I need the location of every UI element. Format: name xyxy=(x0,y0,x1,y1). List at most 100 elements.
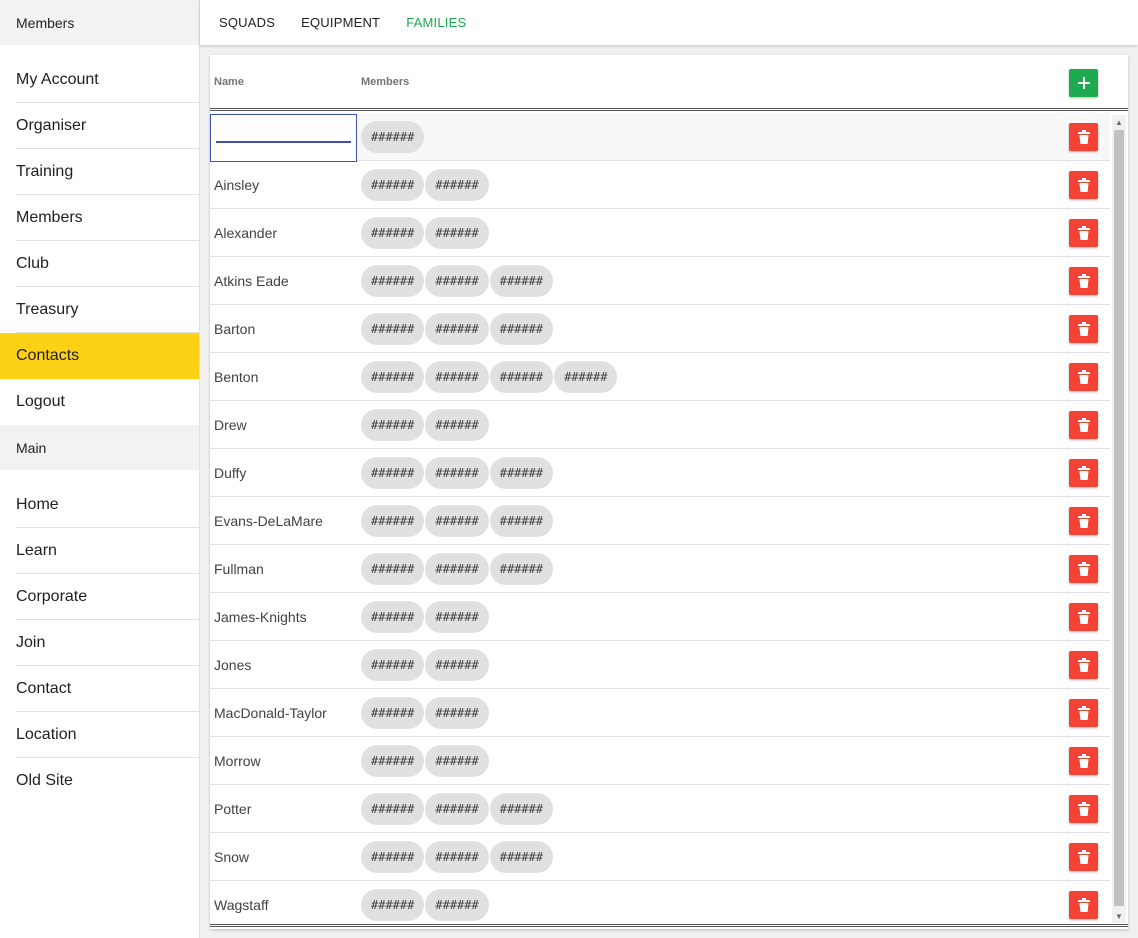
member-chip[interactable]: ###### xyxy=(361,456,425,489)
delete-family-button[interactable] xyxy=(1069,266,1098,295)
member-chip[interactable]: ###### xyxy=(489,840,554,873)
member-chip[interactable]: ###### xyxy=(489,264,554,297)
delete-family-button[interactable] xyxy=(1069,314,1098,343)
member-chip[interactable]: ###### xyxy=(361,600,425,633)
member-chip[interactable]: ###### xyxy=(425,552,489,585)
table-row: Jones ###### ###### xyxy=(210,641,1110,689)
member-chip[interactable]: ###### xyxy=(361,408,425,441)
table-scrollbar[interactable]: ▲ ▼ xyxy=(1112,115,1126,923)
delete-family-button[interactable] xyxy=(1069,410,1098,439)
member-chip[interactable]: ###### xyxy=(361,216,425,249)
scroll-up-arrow-icon[interactable]: ▲ xyxy=(1112,115,1126,129)
delete-family-button[interactable] xyxy=(1069,506,1098,535)
family-name: MacDonald-Taylor xyxy=(214,704,327,721)
member-chip[interactable]: ###### xyxy=(489,552,554,585)
delete-family-button[interactable] xyxy=(1069,122,1098,151)
table-row: MacDonald-Taylor ###### ###### xyxy=(210,689,1110,737)
tab-families[interactable]: FAMILIES xyxy=(393,0,479,45)
family-name: Snow xyxy=(214,848,250,865)
member-chip[interactable]: ###### xyxy=(425,792,489,825)
member-chip[interactable]: ###### xyxy=(425,504,489,537)
family-name-input[interactable] xyxy=(210,114,357,162)
member-chip[interactable]: ###### xyxy=(425,312,489,345)
delete-family-button[interactable] xyxy=(1069,218,1098,247)
sidebar-item-contact[interactable]: Contact xyxy=(0,666,199,712)
member-chip[interactable]: ###### xyxy=(489,456,554,489)
table-row: Atkins Eade ###### ###### ###### xyxy=(210,257,1110,305)
trash-icon xyxy=(1077,561,1090,576)
scrollbar-thumb[interactable] xyxy=(1114,130,1124,906)
table-row: Fullman ###### ###### ###### xyxy=(210,545,1110,593)
member-chip[interactable]: ###### xyxy=(361,888,425,921)
member-chip[interactable]: ###### xyxy=(425,840,489,873)
tab-equipment[interactable]: EQUIPMENT xyxy=(288,0,393,45)
add-family-button[interactable] xyxy=(1069,69,1098,97)
sidebar-item-members[interactable]: Members xyxy=(0,195,199,241)
sidebar-item-location[interactable]: Location xyxy=(0,712,199,758)
member-chip[interactable]: ###### xyxy=(489,360,554,393)
member-chip[interactable]: ###### xyxy=(361,120,425,153)
member-chips: ###### ###### xyxy=(361,888,490,921)
member-chip[interactable]: ###### xyxy=(361,696,425,729)
sidebar-item-old-site[interactable]: Old Site xyxy=(0,758,199,804)
delete-family-button[interactable] xyxy=(1069,890,1098,919)
sidebar-item-corporate[interactable]: Corporate xyxy=(0,574,199,620)
trash-icon xyxy=(1077,801,1090,816)
member-chip[interactable]: ###### xyxy=(361,312,425,345)
delete-family-button[interactable] xyxy=(1069,602,1098,631)
member-chip[interactable]: ###### xyxy=(425,744,489,777)
member-chip[interactable]: ###### xyxy=(361,552,425,585)
sidebar-item-logout[interactable]: Logout xyxy=(0,379,199,425)
tab-squads[interactable]: SQUADS xyxy=(206,0,288,45)
member-chip[interactable]: ###### xyxy=(361,360,425,393)
member-chips: ###### ###### ###### xyxy=(361,264,554,297)
member-chip[interactable]: ###### xyxy=(425,264,489,297)
sidebar-item-club[interactable]: Club xyxy=(0,241,199,287)
member-chips: ###### ###### ###### xyxy=(361,312,554,345)
delete-family-button[interactable] xyxy=(1069,458,1098,487)
delete-family-button[interactable] xyxy=(1069,794,1098,823)
delete-family-button[interactable] xyxy=(1069,650,1098,679)
member-chip[interactable]: ###### xyxy=(361,792,425,825)
scroll-down-arrow-icon[interactable]: ▼ xyxy=(1112,909,1126,923)
member-chip[interactable]: ###### xyxy=(425,696,489,729)
member-chip[interactable]: ###### xyxy=(425,888,489,921)
sidebar-item-contacts[interactable]: Contacts xyxy=(0,333,199,379)
member-chip[interactable]: ###### xyxy=(361,504,425,537)
member-chip[interactable]: ###### xyxy=(425,600,489,633)
member-chip[interactable]: ###### xyxy=(425,408,489,441)
sidebar-item-treasury[interactable]: Treasury xyxy=(0,287,199,333)
delete-family-button[interactable] xyxy=(1069,362,1098,391)
delete-family-button[interactable] xyxy=(1069,170,1098,199)
member-chip[interactable]: ###### xyxy=(361,744,425,777)
delete-family-button[interactable] xyxy=(1069,746,1098,775)
sidebar-item-home[interactable]: Home xyxy=(0,482,199,528)
sidebar-item-learn[interactable]: Learn xyxy=(0,528,199,574)
delete-family-button[interactable] xyxy=(1069,698,1098,727)
member-chip[interactable]: ###### xyxy=(489,792,554,825)
member-chip[interactable]: ###### xyxy=(425,360,489,393)
member-chips: ###### ###### ###### xyxy=(361,840,554,873)
sidebar-main-list: Home Learn Corporate Join Contact Location Old… xyxy=(0,470,199,804)
member-chip[interactable]: ###### xyxy=(361,648,425,681)
member-chip[interactable]: ###### xyxy=(425,168,489,201)
member-chip[interactable]: ###### xyxy=(489,504,554,537)
sidebar-item-my-account[interactable]: My Account xyxy=(0,57,199,103)
sidebar: Members My Account Organiser Training Membe… xyxy=(0,0,200,938)
delete-family-button[interactable] xyxy=(1069,554,1098,583)
sidebar-item-training[interactable]: Training xyxy=(0,149,199,195)
member-chip[interactable]: ###### xyxy=(361,264,425,297)
member-chip[interactable]: ###### xyxy=(425,648,489,681)
member-chip[interactable]: ###### xyxy=(361,168,425,201)
plus-icon xyxy=(1077,77,1090,89)
member-chip[interactable]: ###### xyxy=(425,216,489,249)
member-chip[interactable]: ###### xyxy=(489,312,554,345)
sidebar-item-join[interactable]: Join xyxy=(0,620,199,666)
delete-family-button[interactable] xyxy=(1069,842,1098,871)
member-chip[interactable]: ###### xyxy=(361,840,425,873)
sidebar-item-organiser[interactable]: Organiser xyxy=(0,103,199,149)
member-chip[interactable]: ###### xyxy=(425,456,489,489)
member-chip[interactable]: ###### xyxy=(554,360,618,393)
family-name: Evans-DeLaMare xyxy=(214,512,323,529)
family-name: Fullman xyxy=(214,560,264,577)
